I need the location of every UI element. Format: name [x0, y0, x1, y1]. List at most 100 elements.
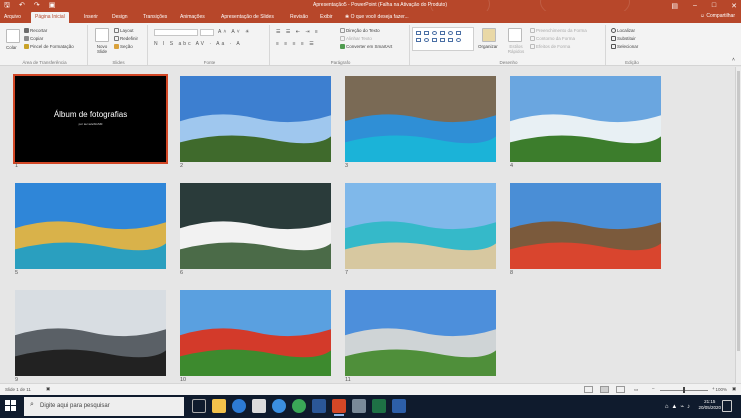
- shapes-gallery[interactable]: [412, 27, 474, 51]
- tell-me-search[interactable]: ❀ O que você deseja fazer...: [345, 12, 409, 23]
- vertical-scrollbar[interactable]: [735, 67, 741, 383]
- slide-thumbnail-10[interactable]: [180, 290, 331, 376]
- view-sorter-button[interactable]: [600, 386, 609, 393]
- shape-outline-button[interactable]: Contorno da Forma: [530, 36, 575, 42]
- font-size-input[interactable]: [200, 29, 214, 36]
- zoom-in-button[interactable]: +: [712, 386, 715, 392]
- slide-thumbnail-5[interactable]: [15, 183, 166, 269]
- undo-icon[interactable]: ↶: [19, 1, 25, 10]
- zoom-level[interactable]: 100%: [715, 387, 727, 392]
- word-icon[interactable]: [312, 399, 326, 413]
- view-reading-button[interactable]: [616, 386, 625, 393]
- font-size-buttons[interactable]: A˄ A˅ ☀: [218, 29, 252, 35]
- slide-thumbnail-6[interactable]: [180, 183, 331, 269]
- edge-icon[interactable]: [232, 399, 246, 413]
- zoom-slider-thumb[interactable]: [683, 387, 685, 393]
- task-view-icon[interactable]: [192, 399, 206, 413]
- align-buttons[interactable]: ≡ ≡ ≡ ≡ ☰: [276, 41, 316, 47]
- slide-thumbnail-8[interactable]: [510, 183, 661, 269]
- title-bar: 🖫 ↶ ↷ ▣ Apresentação5 - PowerPoint (Falh…: [0, 0, 741, 22]
- fill-icon: [530, 28, 535, 33]
- slide-thumbnail-11[interactable]: [345, 290, 496, 376]
- terminal-icon[interactable]: [392, 399, 406, 413]
- ie-icon[interactable]: [272, 399, 286, 413]
- select-button[interactable]: Selecionar: [611, 44, 638, 50]
- smartart-icon: [340, 44, 345, 49]
- tab-inserir[interactable]: Inserir: [84, 12, 98, 23]
- system-tray[interactable]: ⌂▲⌁♪: [665, 403, 693, 410]
- slide-thumbnail-2[interactable]: [180, 76, 331, 162]
- tab-revisao[interactable]: Revisão: [290, 12, 308, 23]
- brush-icon: [24, 44, 29, 49]
- excel-icon[interactable]: [372, 399, 386, 413]
- store-icon[interactable]: [252, 399, 266, 413]
- arrange-button[interactable]: Organizar: [478, 44, 498, 50]
- paste-button[interactable]: Colar: [6, 45, 17, 51]
- scrollbar-thumb[interactable]: [737, 71, 740, 351]
- smartart-button[interactable]: Converter em SmartArt: [340, 44, 392, 50]
- slide-thumbnail-1[interactable]: Álbum de fotografias por tec.teleSGSM: [13, 74, 168, 164]
- cut-button[interactable]: Recortar: [24, 28, 47, 34]
- tab-animacoes[interactable]: Animações: [180, 12, 205, 23]
- chrome-icon[interactable]: [292, 399, 306, 413]
- collapse-ribbon-icon[interactable]: ˄: [732, 57, 735, 63]
- shape-icon: [424, 38, 429, 42]
- restore-ribbon-icon[interactable]: ▤: [671, 2, 678, 10]
- taskbar-search[interactable]: ⌕ Digite aqui para pesquisar: [24, 397, 184, 416]
- shape-icon: [432, 38, 437, 42]
- maximize-icon[interactable]: □: [712, 2, 716, 9]
- zoom-out-button[interactable]: –: [652, 386, 655, 392]
- tab-apresentacao[interactable]: Apresentação de Slides: [221, 12, 274, 23]
- slide-title: Álbum de fotografias: [53, 110, 128, 119]
- text-direction-button[interactable]: Direção do Texto: [340, 28, 380, 34]
- start-from-beginning-icon[interactable]: ▣: [49, 1, 56, 10]
- quick-styles-button[interactable]: Estilos Rápidos: [506, 44, 526, 54]
- paste-icon: [6, 29, 20, 43]
- shape-icon: [456, 31, 461, 35]
- tab-design[interactable]: Design: [112, 12, 128, 23]
- fit-to-window-icon[interactable]: ▣: [732, 386, 736, 392]
- tab-exibir[interactable]: Exibir: [320, 12, 333, 23]
- notifications-icon[interactable]: [722, 400, 732, 412]
- copy-button[interactable]: Copiar: [24, 36, 43, 42]
- font-style-buttons[interactable]: N I S abc AV · Aa · A: [154, 41, 242, 47]
- reset-button[interactable]: Redefinir: [114, 36, 138, 42]
- clock[interactable]: 21:15 20/05/2020: [698, 399, 721, 411]
- slideshow-button[interactable]: ▭: [634, 387, 638, 393]
- close-icon[interactable]: ✕: [731, 2, 737, 10]
- find-button[interactable]: Localizar: [611, 28, 635, 34]
- view-normal-button[interactable]: [584, 386, 593, 393]
- font-name-input[interactable]: [154, 29, 198, 36]
- shape-fill-button[interactable]: Preenchimento da Forma: [530, 28, 587, 34]
- ribbon-tabs: Arquivo Página Inicial Inserir Design Tr…: [0, 11, 741, 23]
- replace-button[interactable]: Substituir: [611, 36, 636, 42]
- file-explorer-icon[interactable]: [212, 399, 226, 413]
- layout-button[interactable]: Layout: [114, 28, 134, 34]
- windows-start-button[interactable]: [5, 400, 17, 412]
- tab-pagina-inicial[interactable]: Página Inicial: [31, 12, 69, 23]
- slide-thumbnail-3[interactable]: [345, 76, 496, 162]
- shape-effects-button[interactable]: Efeitos de Forma: [530, 44, 570, 50]
- save-icon[interactable]: 🖫: [4, 1, 10, 10]
- powerpoint-icon[interactable]: [332, 399, 346, 416]
- share-button[interactable]: ☺ Compartilhar: [700, 13, 735, 19]
- reset-icon: [114, 36, 119, 41]
- slide-thumbnail-4[interactable]: [510, 76, 661, 162]
- accessibility-icon[interactable]: ▣: [46, 386, 50, 392]
- slide-thumbnail-7[interactable]: [345, 183, 496, 269]
- group-label: Desenho: [499, 60, 518, 65]
- format-painter-button[interactable]: Pincel de Formatação: [24, 44, 74, 50]
- photo-waterfalls: [180, 183, 331, 269]
- mail-icon[interactable]: [352, 399, 366, 413]
- section-button[interactable]: Seção: [114, 44, 133, 50]
- redo-icon[interactable]: ↷: [34, 1, 40, 10]
- tab-transicoes[interactable]: Transições: [143, 12, 167, 23]
- photo-gramado-cathedral: [510, 183, 661, 269]
- align-text-button[interactable]: Alinhar Texto: [340, 36, 372, 42]
- tab-arquivo[interactable]: Arquivo: [4, 12, 21, 23]
- new-slide-button[interactable]: Novo Slide: [94, 44, 110, 54]
- text-direction-icon: [340, 28, 345, 33]
- minimize-icon[interactable]: –: [693, 2, 697, 9]
- list-buttons[interactable]: ☰ ☰ ⇤ ⇥ ≡: [276, 29, 320, 35]
- slide-thumbnail-9[interactable]: [15, 290, 166, 376]
